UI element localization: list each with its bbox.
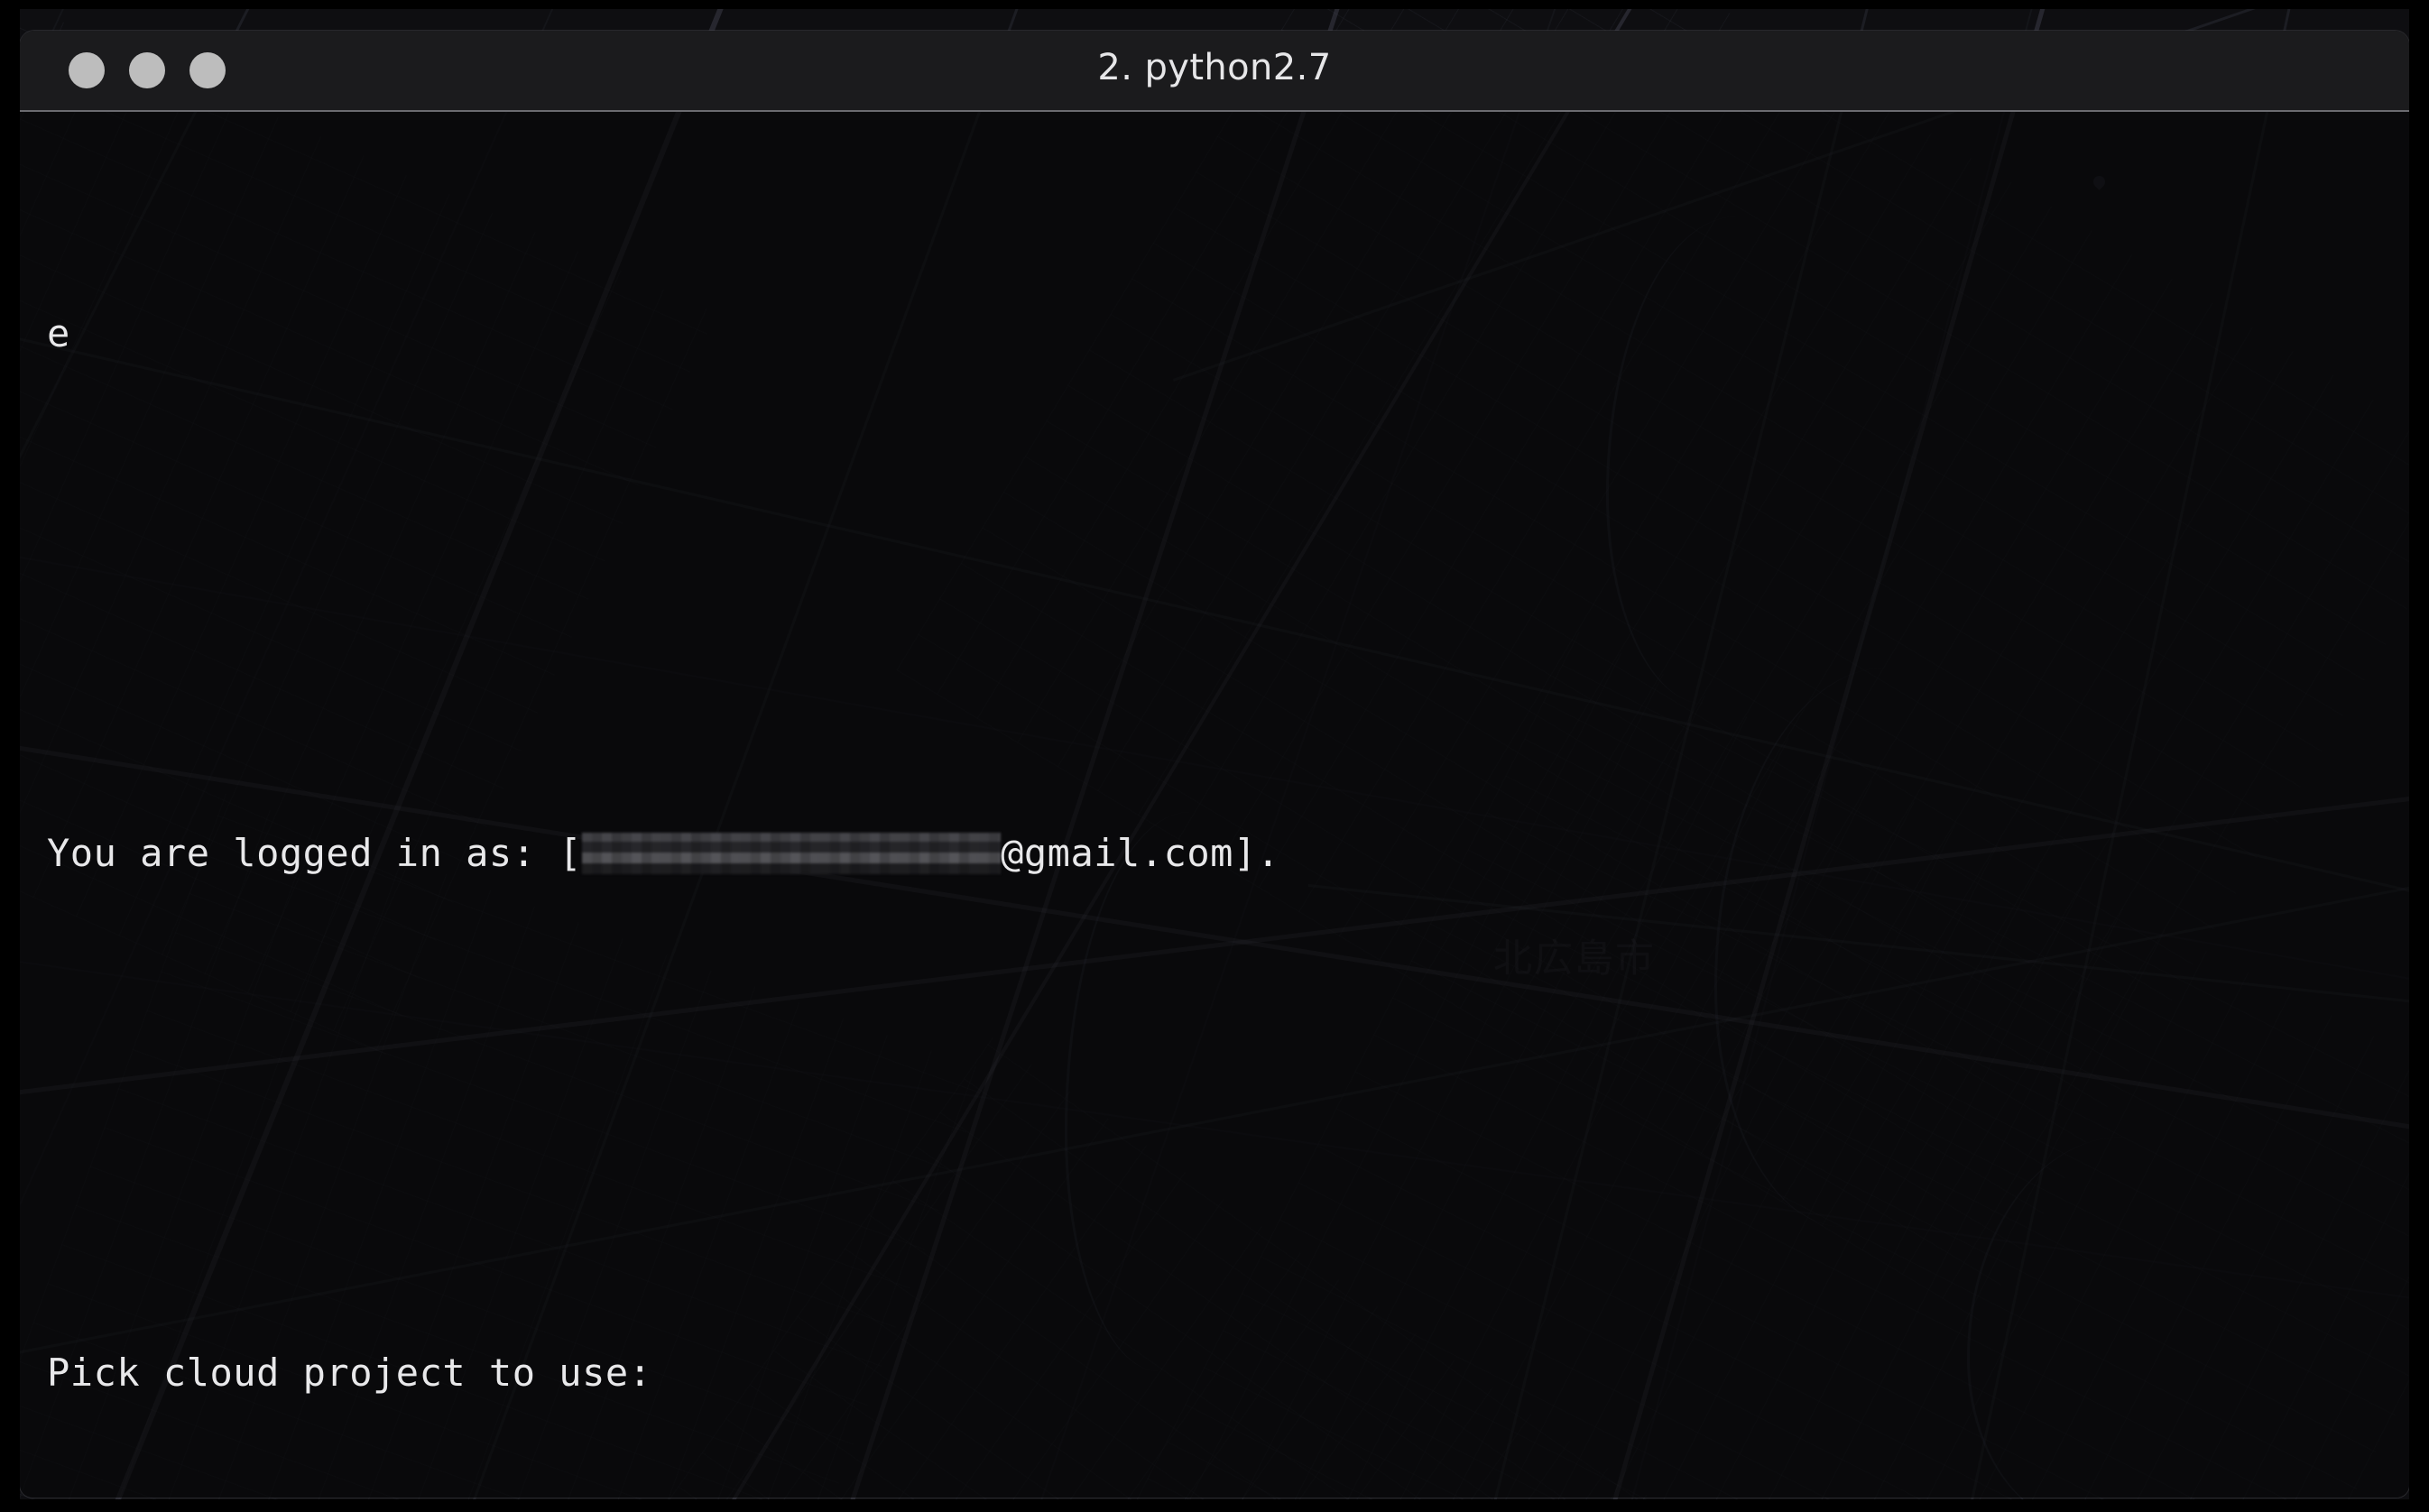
login-suffix: @gmail.com]. bbox=[1001, 831, 1280, 875]
window-title: 2. python2.7 bbox=[1097, 47, 1332, 88]
terminal-screen[interactable]: e You are logged in as: [ @gmail.com]. Pi… bbox=[20, 112, 2409, 1498]
window-titlebar[interactable]: 2. python2.7 bbox=[20, 31, 2409, 112]
terminal-line-login: You are logged in as: [ @gmail.com]. bbox=[47, 821, 1583, 886]
terminal-window[interactable]: 2. python2.7 e You are logged in as: [ @g… bbox=[20, 31, 2409, 1498]
terminal-line-stray-char: e bbox=[47, 301, 1583, 366]
stray-char: e bbox=[47, 311, 70, 355]
pick-project-heading: Pick cloud project to use: bbox=[47, 1351, 652, 1395]
redacted-email-local-part bbox=[582, 833, 1002, 874]
desktop: 北広島市 2. python2.7 e You are logged in as… bbox=[0, 0, 2429, 1512]
terminal-line-heading: Pick cloud project to use: bbox=[47, 1341, 1583, 1406]
terminal-output: e You are logged in as: [ @gmail.com]. Pi… bbox=[47, 112, 1583, 1498]
login-prefix: You are logged in as: [ bbox=[47, 831, 583, 875]
